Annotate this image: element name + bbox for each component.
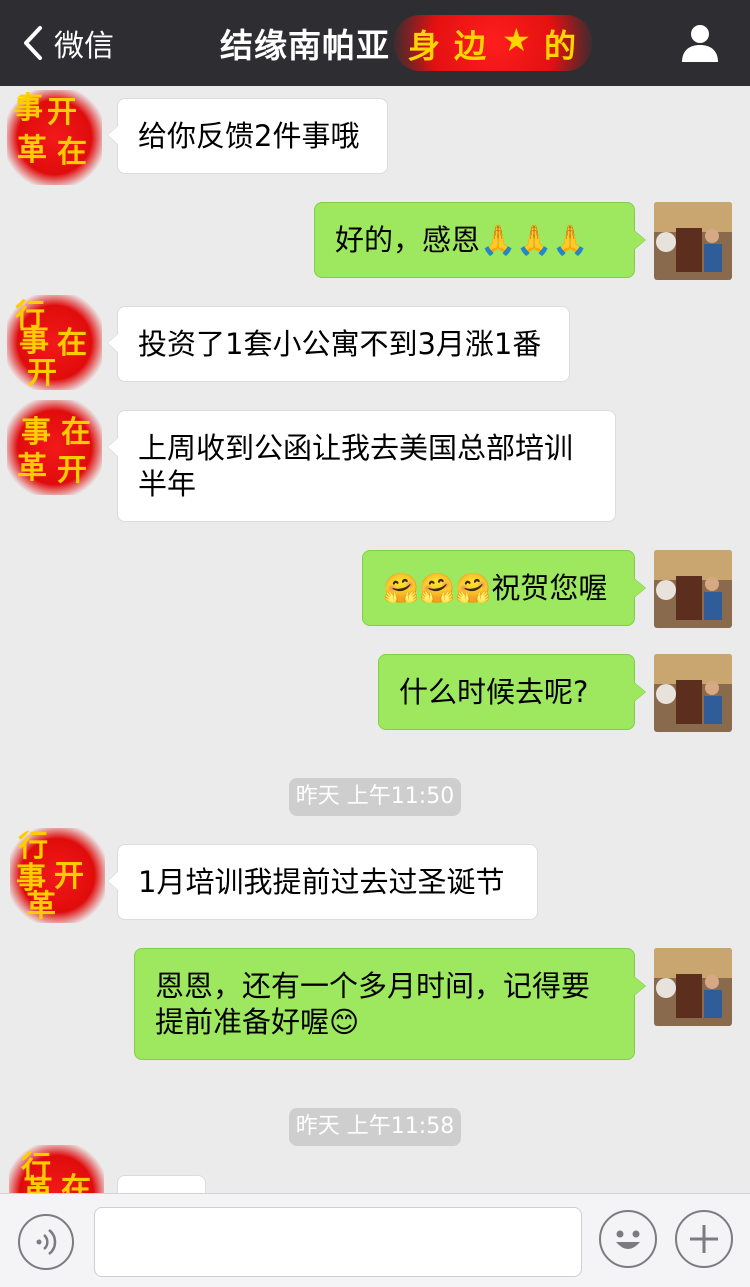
avatar[interactable]: 事 在 革 开 (7, 400, 102, 495)
message-bubble[interactable]: 什么时候去呢? (378, 654, 646, 730)
timestamp: 昨天 上午11:50 (289, 778, 461, 816)
message-bubble[interactable]: 投资了1套小公寓不到3月涨1番 (107, 306, 570, 382)
message-bubble[interactable]: 上周收到公函让我去美国总部培训半年 (107, 410, 616, 522)
plus-button[interactable] (675, 1210, 733, 1268)
chat-title-text: 结缘南帕亚 (220, 26, 390, 65)
plus-icon (690, 1225, 718, 1253)
person-icon[interactable] (680, 22, 720, 64)
message-bubble[interactable]: 恩恩，还有一个多月时间，记得要提前准备好喔😊 (134, 948, 646, 1060)
chevron-left-icon (24, 26, 42, 60)
emoji-button[interactable] (599, 1210, 657, 1268)
message-bubble[interactable]: 给你反馈2件事哦 (107, 98, 388, 174)
avatar[interactable] (654, 550, 732, 628)
back-label: 微信 (54, 29, 114, 64)
avatar[interactable]: 行 事 在 开 (7, 295, 102, 390)
avatar[interactable] (654, 948, 732, 1026)
avatar[interactable] (654, 202, 732, 280)
redaction-mark: 身 边 ★ 的 (394, 15, 592, 71)
avatar[interactable]: 行 事 开 革 (10, 828, 105, 923)
emoji-icon (616, 1230, 640, 1249)
voice-button[interactable] (18, 1214, 74, 1270)
message-input[interactable] (94, 1207, 582, 1277)
avatar[interactable]: 事 开 革 在 (7, 90, 102, 185)
back-button[interactable]: 微信 (18, 22, 114, 64)
message-bubble[interactable]: 🤗🤗🤗祝贺您喔 (362, 550, 646, 626)
timestamp: 昨天 上午11:58 (289, 1108, 461, 1146)
photo-avatar-image (654, 550, 732, 628)
voice-icon (36, 1229, 57, 1255)
chat-title: 结缘南帕亚 身 边 ★ 的 (220, 15, 592, 71)
message-bubble[interactable]: 好的，感恩🙏🙏🙏 (314, 202, 646, 278)
nav-bar: 微信 结缘南帕亚 身 边 ★ 的 (0, 0, 750, 86)
input-bar (0, 1193, 750, 1287)
photo-avatar-image (654, 654, 732, 732)
avatar[interactable] (654, 654, 732, 732)
message-bubble[interactable]: 1月培训我提前过去过圣诞节 (107, 844, 538, 920)
photo-avatar-image (654, 948, 732, 1026)
photo-avatar-image (654, 202, 732, 280)
